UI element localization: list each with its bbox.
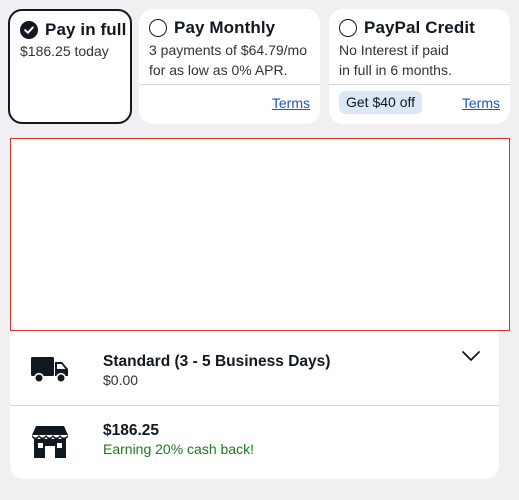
shipping-option-standard[interactable]: Standard (3 - 5 Business Days) $0.00 xyxy=(10,331,499,405)
pay-in-full-amount: $186.25 today xyxy=(20,43,109,59)
pay-monthly-title: Pay Monthly xyxy=(174,18,276,37)
store-price: $186.25 xyxy=(103,422,160,439)
paypal-credit-line-2: in full in 6 months. xyxy=(339,62,452,78)
payment-frame-placeholder xyxy=(10,138,510,331)
pay-monthly-option[interactable]: Pay Monthly 3 payments of $64.79/mo for … xyxy=(139,9,320,124)
pay-in-full-option[interactable]: Pay in full $186.25 today xyxy=(8,9,132,124)
standard-shipping-title: Standard (3 - 5 Business Days) xyxy=(103,353,331,370)
discount-badge: Get $40 off xyxy=(339,91,423,114)
shipping-section: Standard (3 - 5 Business Days) $0.00 $18… xyxy=(10,331,499,479)
pay-in-full-title: Pay in full xyxy=(45,20,127,39)
pay-in-full-header: Pay in full xyxy=(20,20,126,40)
standard-shipping-text: Standard (3 - 5 Business Days) $0.00 xyxy=(103,352,330,390)
shipping-option-store[interactable]: $186.25 Earning 20% cash back! xyxy=(10,406,499,480)
cashback-label: Earning 20% cash back! xyxy=(103,441,254,457)
store-pickup-text: $186.25 Earning 20% cash back! xyxy=(103,421,254,459)
paypal-credit-header: PayPal Credit xyxy=(339,18,475,38)
card-divider xyxy=(329,84,510,85)
chevron-down-icon[interactable] xyxy=(461,349,481,363)
pay-monthly-header: Pay Monthly xyxy=(149,18,275,38)
paypal-credit-terms-link[interactable]: Terms xyxy=(462,95,500,111)
checkmark-radio-icon[interactable] xyxy=(20,21,38,39)
pay-monthly-line-2: for as low as 0% APR. xyxy=(149,62,288,78)
pay-monthly-terms-link[interactable]: Terms xyxy=(272,95,310,111)
standard-shipping-price: $0.00 xyxy=(103,372,139,388)
paypal-credit-description: No Interest if paid in full in 6 months. xyxy=(339,40,452,80)
radio-button-icon[interactable] xyxy=(339,19,357,37)
pay-monthly-line-1: 3 payments of $64.79/mo xyxy=(149,42,307,58)
card-divider xyxy=(139,84,320,85)
radio-button-icon[interactable] xyxy=(149,19,167,37)
checkout-page: Pay in full $186.25 today Pay Monthly 3 … xyxy=(0,0,519,500)
paypal-credit-line-1: No Interest if paid xyxy=(339,42,449,58)
store-icon xyxy=(32,426,68,458)
paypal-credit-option[interactable]: PayPal Credit No Interest if paid in ful… xyxy=(329,9,510,124)
truck-icon xyxy=(31,357,68,384)
pay-monthly-description: 3 payments of $64.79/mo for as low as 0%… xyxy=(149,40,307,80)
paypal-credit-title: PayPal Credit xyxy=(364,18,475,37)
